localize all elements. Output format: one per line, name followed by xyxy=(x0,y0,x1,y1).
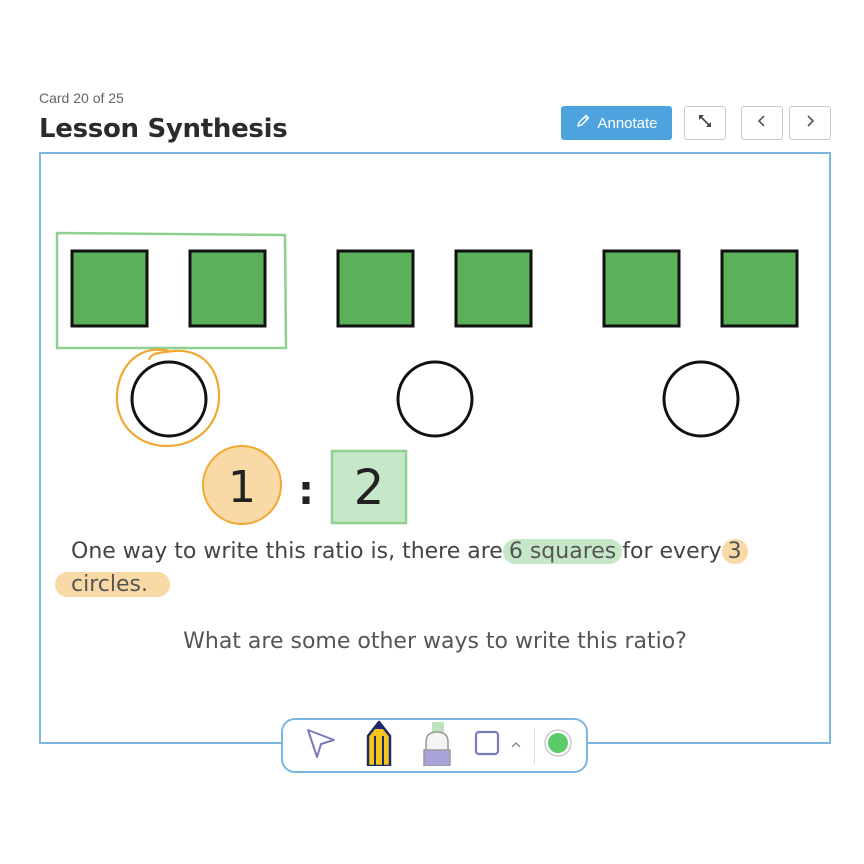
fullscreen-button[interactable] xyxy=(684,106,726,140)
expand-icon xyxy=(696,112,714,135)
square-2 xyxy=(188,249,267,328)
circle-1 xyxy=(130,360,208,438)
sentence-part-2: for every xyxy=(622,539,722,564)
select-tool[interactable] xyxy=(301,720,341,771)
shape-tool[interactable] xyxy=(472,720,502,771)
chevron-left-icon xyxy=(756,114,768,133)
shape-options-toggle[interactable] xyxy=(506,720,526,771)
pencil-tool[interactable] xyxy=(359,720,399,771)
card-count: Card 20 of 25 xyxy=(39,90,124,106)
ratio-left-value: 1 xyxy=(228,462,256,513)
toolbar-divider xyxy=(534,728,535,764)
circles-highlight-b: circles. xyxy=(55,572,170,597)
previous-card-button[interactable] xyxy=(741,106,783,140)
color-swatch-icon xyxy=(543,728,573,763)
sentence-part-1: One way to write this ratio is, there ar… xyxy=(71,539,503,564)
color-picker[interactable] xyxy=(540,720,576,771)
highlighter-tool[interactable] xyxy=(415,720,459,771)
square-6 xyxy=(720,249,799,328)
page-title: Lesson Synthesis xyxy=(39,114,288,144)
select-arrow-icon xyxy=(304,726,338,765)
annotate-button[interactable]: Annotate xyxy=(561,106,672,140)
discussion-question: What are some other ways to write this r… xyxy=(183,629,687,654)
chevron-up-icon xyxy=(510,737,522,755)
square-5 xyxy=(602,249,681,328)
square-1 xyxy=(70,249,149,328)
squares-highlight: 6 squares xyxy=(502,539,623,564)
next-card-button[interactable] xyxy=(789,106,831,140)
pencil-icon xyxy=(575,113,591,133)
pencil-icon xyxy=(364,720,394,771)
circles-highlight-a: 3 xyxy=(721,539,748,564)
highlighter-icon xyxy=(418,720,456,771)
square-3 xyxy=(336,249,415,328)
ratio-right-value: 2 xyxy=(354,460,385,516)
ratio-separator: : xyxy=(298,468,314,514)
circle-3 xyxy=(662,360,740,438)
annotate-label: Annotate xyxy=(597,114,658,132)
square-4 xyxy=(454,249,533,328)
annotation-toolbar xyxy=(281,718,588,773)
slide-canvas[interactable]: 1 : 2 One way to write this ratio is, th… xyxy=(39,152,831,744)
chevron-right-icon xyxy=(804,114,816,133)
shape-square-icon xyxy=(474,730,500,761)
circle-2 xyxy=(396,360,474,438)
